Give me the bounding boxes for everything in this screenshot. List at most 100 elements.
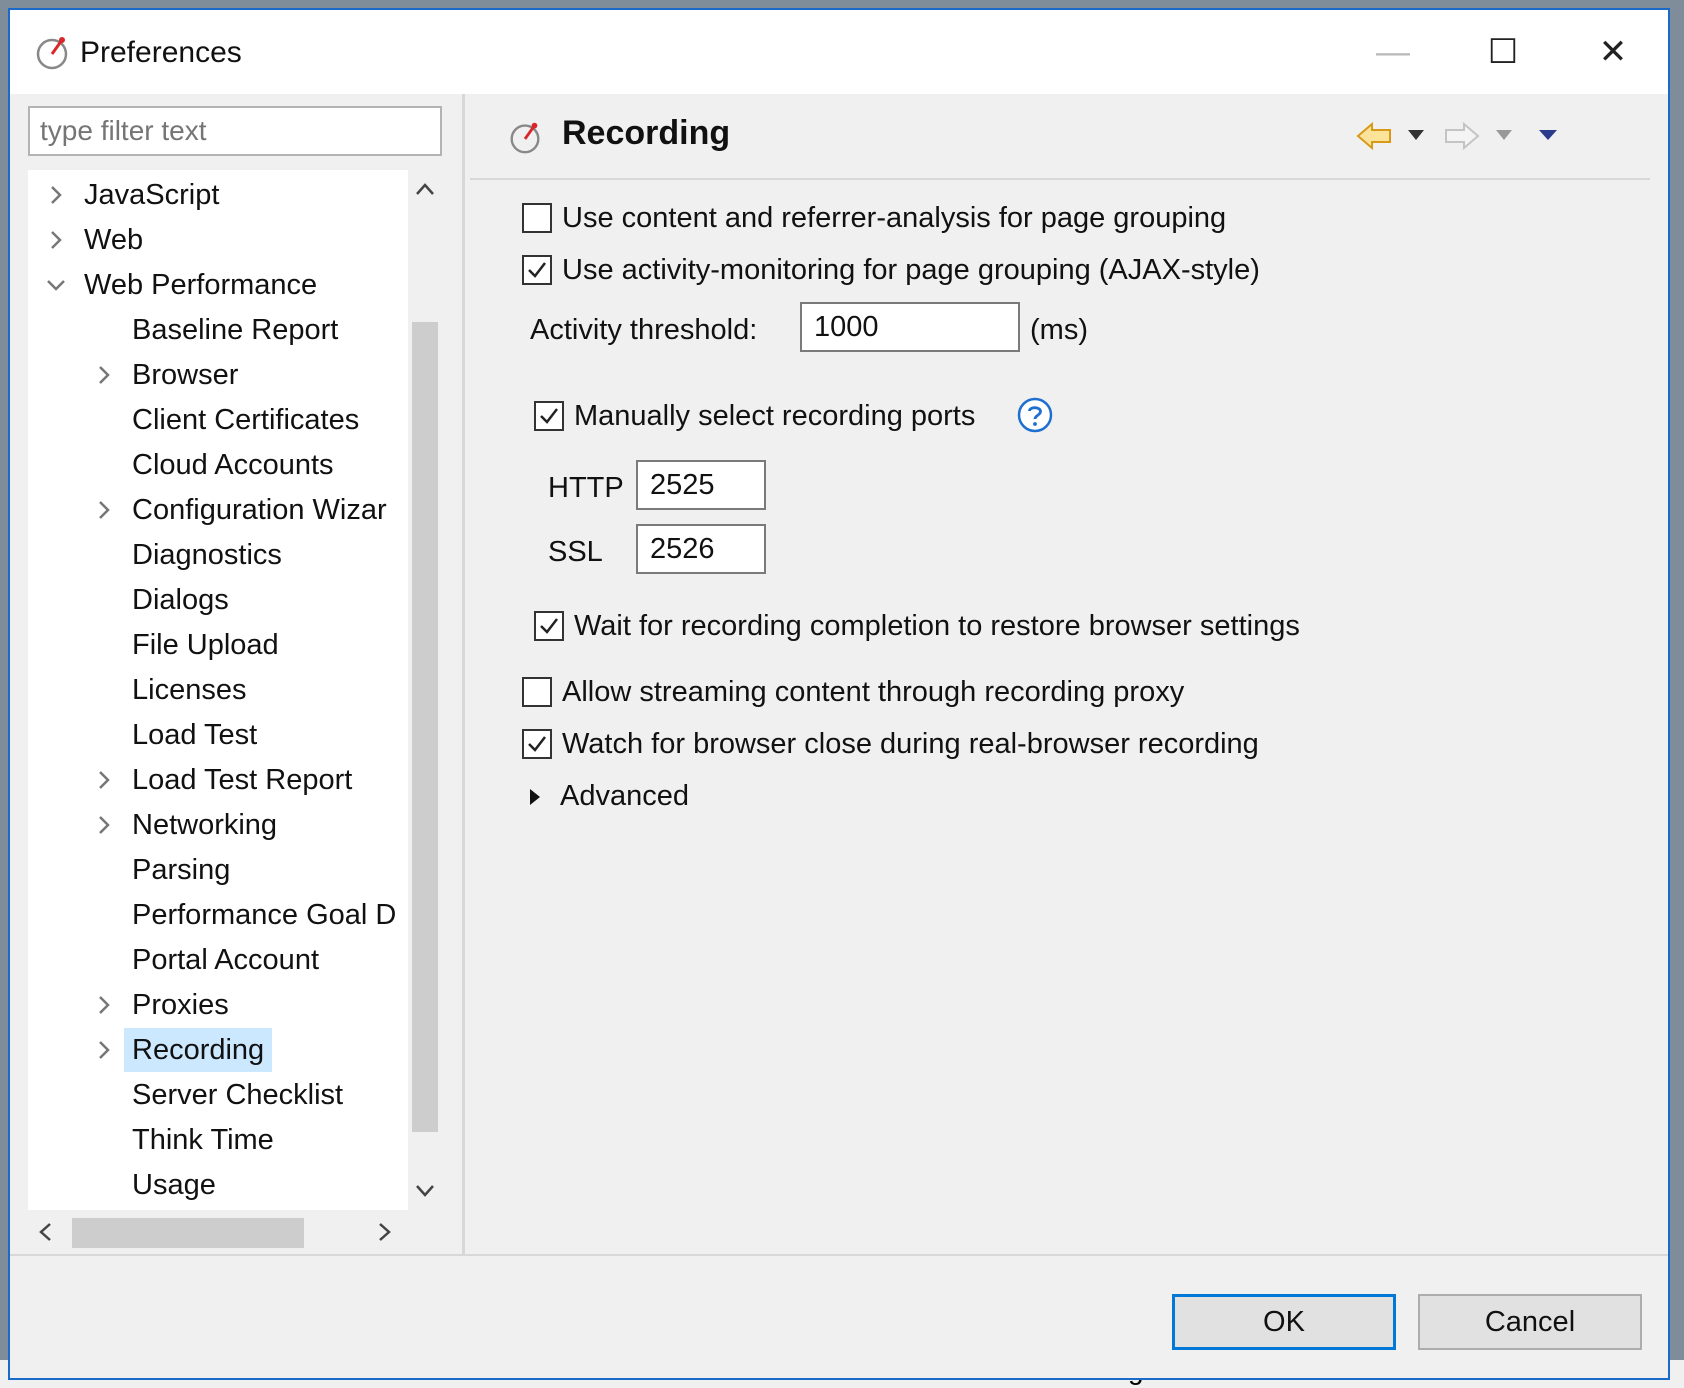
tree-item[interactable]: Proxies	[28, 983, 408, 1027]
tree-item[interactable]: Client Certificates	[28, 398, 408, 442]
tree-item-label: Dialogs	[132, 584, 229, 616]
tree-item-label: Portal Account	[132, 944, 319, 976]
tree-item-label: Recording	[124, 1028, 273, 1072]
chevron-right-icon[interactable]	[46, 230, 66, 250]
tree-horizontal-scrollbar[interactable]	[28, 1210, 442, 1254]
ssl-port-input[interactable]: 2526	[636, 524, 766, 574]
back-arrow-icon[interactable]	[1354, 118, 1394, 154]
view-menu-icon[interactable]	[1538, 128, 1558, 142]
tree-item[interactable]: JavaScript	[28, 173, 408, 217]
checkmark-icon	[528, 262, 546, 278]
tree-item[interactable]: Parsing	[28, 848, 408, 892]
title-bar[interactable]: Preferences — ☐ ✕	[10, 10, 1668, 94]
close-button[interactable]: ✕	[1558, 10, 1668, 94]
tree-item[interactable]: Web Performance	[28, 263, 408, 307]
manual-ports-checkbox[interactable]	[534, 401, 564, 431]
tree-item-label: Cloud Accounts	[132, 449, 334, 481]
maximize-button[interactable]: ☐	[1448, 10, 1558, 94]
scroll-up-button[interactable]	[408, 172, 442, 206]
minimize-icon: —	[1376, 32, 1410, 71]
tree-item[interactable]: Browser	[28, 353, 408, 397]
ssl-port-label: SSL	[548, 536, 603, 568]
ok-button[interactable]: OK	[1172, 1294, 1396, 1350]
horizontal-scroll-thumb[interactable]	[72, 1218, 304, 1248]
triangle-right-icon	[530, 789, 540, 805]
recording-settings: Use content and referrer-analysis for pa…	[470, 180, 1650, 1254]
pane-splitter[interactable]	[462, 94, 465, 1254]
tree-item-label: Networking	[132, 809, 278, 841]
chevron-right-icon[interactable]	[94, 770, 114, 790]
tree-item[interactable]: File Upload	[28, 623, 408, 667]
tree-item[interactable]: Cloud Accounts	[28, 443, 408, 487]
content-referrer-checkbox[interactable]	[522, 203, 552, 233]
tree-item[interactable]: Networking	[28, 803, 408, 847]
chevron-right-icon[interactable]	[94, 1040, 114, 1060]
tree-item[interactable]: Recording	[28, 1028, 408, 1072]
allow-streaming-checkbox[interactable]	[522, 677, 552, 707]
minimize-button[interactable]: —	[1338, 10, 1448, 94]
content-referrer-label: Use content and referrer-analysis for pa…	[562, 202, 1227, 234]
tree-item[interactable]: Licenses	[28, 668, 408, 712]
tree-vertical-scrollbar[interactable]	[408, 170, 442, 1210]
tree-item-label: Diagnostics	[132, 539, 282, 571]
tree-item-label: Parsing	[132, 854, 231, 886]
tree-item[interactable]: Dialogs	[28, 578, 408, 622]
chevron-right-icon[interactable]	[46, 185, 66, 205]
tree-item[interactable]: Usage	[28, 1163, 408, 1207]
help-icon[interactable]	[1016, 396, 1054, 434]
scroll-down-button[interactable]	[408, 1174, 442, 1208]
forward-arrow-icon[interactable]	[1442, 118, 1482, 154]
checkmark-icon	[528, 736, 546, 752]
chevron-right-icon[interactable]	[94, 500, 114, 520]
chevron-up-icon	[416, 183, 434, 195]
tree-item-label: Web Performance	[84, 269, 318, 301]
tree-item[interactable]: Think Time	[28, 1118, 408, 1162]
allow-streaming-label: Allow streaming content through recordin…	[562, 676, 1185, 708]
tree-item-label: Configuration Wizar	[132, 494, 387, 526]
tree-item[interactable]: Server Checklist	[28, 1073, 408, 1117]
tree-item[interactable]: Performance Goal D	[28, 893, 408, 937]
chevron-down-icon[interactable]	[46, 275, 66, 295]
wait-completion-checkbox[interactable]	[534, 611, 564, 641]
tree-item[interactable]: Portal Account	[28, 938, 408, 982]
tree-item[interactable]: Configuration Wizar	[28, 488, 408, 532]
tree-item-label: Server Checklist	[132, 1079, 344, 1111]
tree-item[interactable]: Load Test Report	[28, 758, 408, 802]
activity-threshold-unit: (ms)	[1030, 314, 1088, 346]
scroll-right-button[interactable]	[368, 1210, 402, 1254]
wait-completion-label: Wait for recording completion to restore…	[574, 610, 1300, 642]
tree-item-label: Load Test Report	[132, 764, 353, 796]
back-history-dropdown-icon[interactable]	[1406, 128, 1426, 142]
tree-item-label: Think Time	[132, 1124, 274, 1156]
activity-threshold-input[interactable]: 1000	[800, 302, 1020, 352]
page-header: Recording	[470, 94, 1650, 180]
tree-item-label: Baseline Report	[132, 314, 339, 346]
tree-item[interactable]: Baseline Report	[28, 308, 408, 352]
watch-browser-close-checkbox[interactable]	[522, 729, 552, 759]
http-port-input[interactable]: 2525	[636, 460, 766, 510]
tree-item[interactable]: Web	[28, 218, 408, 262]
scroll-left-button[interactable]	[28, 1210, 62, 1254]
chevron-right-icon[interactable]	[94, 815, 114, 835]
preferences-dialog: Preferences — ☐ ✕ JavaScript Web Web Perfo…	[8, 8, 1670, 1380]
cancel-button[interactable]: Cancel	[1418, 1294, 1642, 1350]
tree-item[interactable]: Diagnostics	[28, 533, 408, 577]
tree-item[interactable]: Load Test	[28, 713, 408, 757]
forward-history-dropdown-icon[interactable]	[1494, 128, 1514, 142]
window-title: Preferences	[80, 36, 242, 69]
tree-item-label: Proxies	[132, 989, 229, 1021]
http-port-label: HTTP	[548, 472, 624, 504]
button-bar-separator	[10, 1254, 1668, 1256]
vertical-scroll-thumb[interactable]	[412, 322, 438, 1132]
chevron-right-icon	[379, 1223, 391, 1241]
tree-item-label: JavaScript	[84, 179, 220, 211]
chevron-right-icon[interactable]	[94, 365, 114, 385]
tree-item-label: Performance Goal D	[132, 899, 397, 931]
preferences-tree: JavaScript Web Web Performance Baseline Rep…	[28, 170, 442, 1254]
chevron-right-icon[interactable]	[94, 995, 114, 1015]
tree-list: JavaScript Web Web Performance Baseline Rep…	[28, 170, 408, 1210]
activity-monitoring-label: Use activity-monitoring for page groupin…	[562, 254, 1260, 286]
activity-monitoring-checkbox[interactable]	[522, 255, 552, 285]
filter-input[interactable]	[28, 106, 442, 156]
tree-item-label: Load Test	[132, 719, 258, 751]
